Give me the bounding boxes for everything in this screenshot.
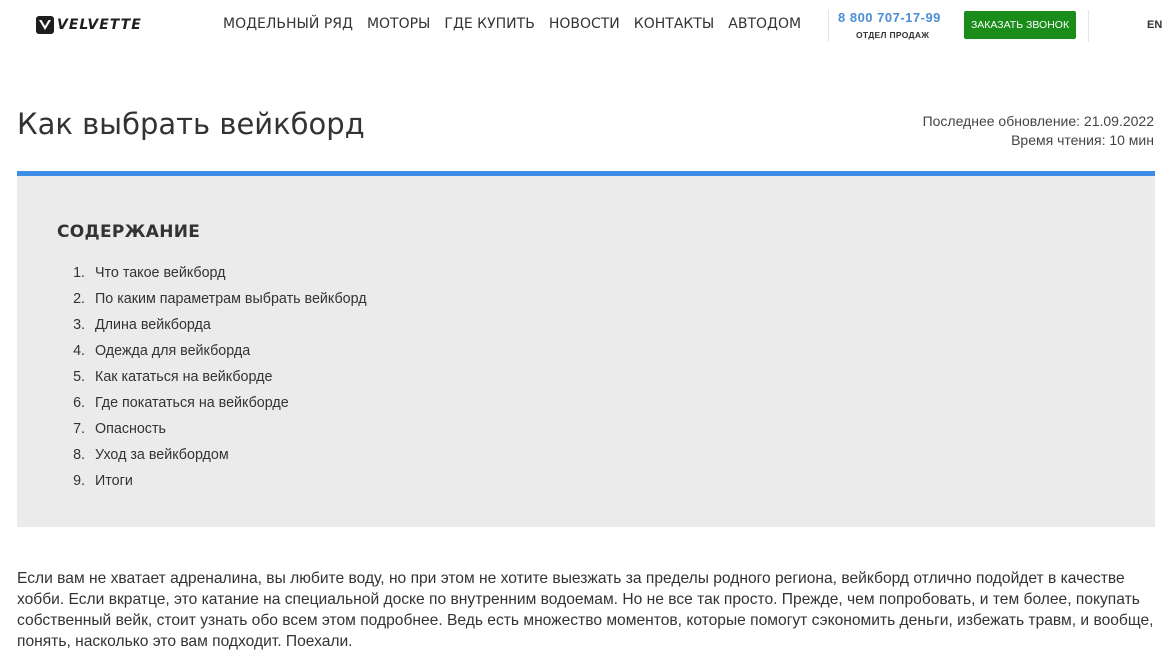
site-logo[interactable]: VELVETTE: [36, 14, 142, 36]
toc-heading: СОДЕРЖАНИЕ: [57, 222, 201, 242]
last-update-date: Последнее обновление: 21.09.2022: [922, 113, 1154, 129]
nav-item-models[interactable]: МОДЕЛЬНЫЙ РЯД: [223, 16, 353, 32]
toc-link-how-to-ride[interactable]: Как кататься на вейкборде: [95, 369, 272, 385]
sales-department-caption: ОТДЕЛ ПРОДАЖ: [856, 30, 930, 40]
toc-link-where-to-ride[interactable]: Где покататься на вейкборде: [95, 395, 289, 411]
logo-text: VELVETTE: [57, 17, 142, 33]
toc-link-clothing[interactable]: Одежда для вейкборда: [95, 343, 250, 359]
sales-phone-link[interactable]: 8 800 707-17-99: [838, 10, 941, 25]
toc-item: 7. Опасность: [57, 416, 367, 442]
toc-item-number: 4.: [73, 343, 85, 359]
header-divider: [1088, 10, 1089, 42]
toc-item-number: 7.: [73, 421, 85, 437]
toc-list: 1. Что такое вейкборд 2. По каким параметр…: [57, 260, 367, 494]
nav-item-autohome[interactable]: АВТОДОМ: [728, 16, 801, 32]
toc-item: 2. По каким параметрам выбрать вейкборд: [57, 286, 367, 312]
nav-item-contacts[interactable]: КОНТАКТЫ: [634, 16, 714, 32]
article-meta: Последнее обновление: 21.09.2022 Время ч…: [923, 112, 1154, 150]
page-title: Как выбрать вейкборд: [17, 107, 365, 141]
toc-link-choice-parameters[interactable]: По каким параметрам выбрать вейкборд: [95, 291, 367, 307]
velvette-v-logo-icon: [36, 16, 54, 34]
toc-item: 8. Уход за вейкбордом: [57, 442, 367, 468]
request-call-button[interactable]: ЗАКАЗАТЬ ЗВОНОК: [964, 11, 1076, 39]
nav-item-where-to-buy[interactable]: ГДЕ КУПИТЬ: [444, 16, 534, 32]
toc-item-number: 2.: [73, 291, 85, 307]
toc-item: 3. Длина вейкборда: [57, 312, 367, 338]
main-nav: МОДЕЛЬНЫЙ РЯД МОТОРЫ ГДЕ КУПИТЬ НОВОСТИ …: [223, 16, 801, 32]
toc-item-number: 5.: [73, 369, 85, 385]
toc-link-what-is-wakeboard[interactable]: Что такое вейкборд: [95, 265, 226, 281]
toc-link-care[interactable]: Уход за вейкбордом: [95, 447, 229, 463]
toc-item-number: 3.: [73, 317, 85, 333]
toc-item-number: 6.: [73, 395, 85, 411]
toc-item-number: 9.: [73, 473, 85, 489]
header-divider: [828, 10, 829, 42]
nav-item-motors[interactable]: МОТОРЫ: [367, 16, 430, 32]
toc-item: 1. Что такое вейкборд: [57, 260, 367, 286]
reading-time: Время чтения: 10 мин: [1011, 132, 1154, 148]
table-of-contents: СОДЕРЖАНИЕ 1. Что такое вейкборд 2. По как…: [17, 171, 1155, 527]
toc-link-summary[interactable]: Итоги: [95, 473, 133, 489]
toc-item: 6. Где покататься на вейкборде: [57, 390, 367, 416]
toc-item: 9. Итоги: [57, 468, 367, 494]
toc-link-danger[interactable]: Опасность: [95, 421, 166, 437]
toc-item-number: 1.: [73, 265, 85, 281]
toc-item: 4. Одежда для вейкборда: [57, 338, 367, 364]
toc-item-number: 8.: [73, 447, 85, 463]
nav-item-news[interactable]: НОВОСТИ: [549, 16, 620, 32]
toc-link-wakeboard-length[interactable]: Длина вейкборда: [95, 317, 211, 333]
language-switch-en[interactable]: EN: [1147, 19, 1162, 31]
toc-item: 5. Как кататься на вейкборде: [57, 364, 367, 390]
site-header: VELVETTE МОДЕЛЬНЫЙ РЯД МОТОРЫ ГДЕ КУПИТЬ…: [0, 0, 1176, 50]
intro-paragraph: Если вам не хватает адреналина, вы любит…: [17, 570, 1154, 650]
